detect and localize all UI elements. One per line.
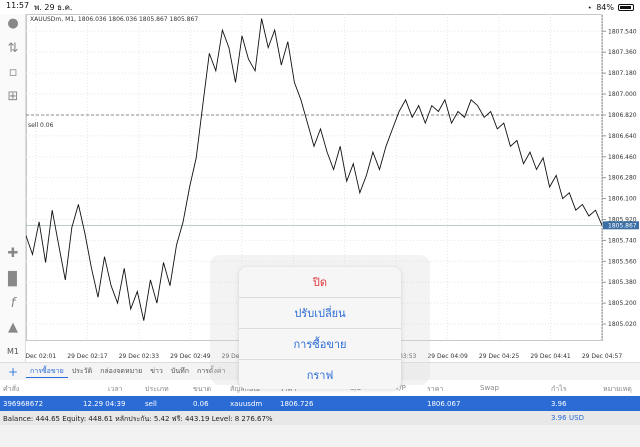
tab-history[interactable]: ประวัติ [68, 366, 96, 377]
y-tick-label: 1807.540 [608, 28, 637, 35]
y-tick-label: 1806.460 [608, 154, 637, 161]
balance-bar: Balance: 444.65 Equity: 448.61 หลักประกั… [0, 411, 640, 425]
indicator-icon[interactable]: f [5, 296, 21, 312]
chat-icon[interactable]: ▫ [5, 65, 21, 81]
order-action-menu: ปิด ปรับเปลี่ยน การซื้อขาย กราฟ [239, 267, 401, 389]
order-type: sell [145, 400, 157, 408]
y-tick-label: 1805.020 [608, 321, 637, 328]
x-tick-label: 29 Dec 04:57 [582, 353, 623, 360]
profit-currency: USD [569, 414, 584, 422]
candles-icon[interactable]: ▉ [5, 272, 21, 288]
objects-icon[interactable]: ▲ [5, 320, 21, 336]
y-tick-label: 1806.280 [608, 175, 637, 182]
tab-mailbox[interactable]: กล่องจดหมาย [96, 366, 146, 377]
x-tick-label: 29 Dec 02:33 [119, 353, 160, 360]
close-order-button[interactable]: ปิด [239, 267, 401, 298]
status-date: พ. 29 ธ.ค. [34, 2, 73, 12]
battery-icon [618, 3, 634, 11]
col-profit: กำไร [551, 385, 567, 393]
battery-percent: 84% [596, 2, 614, 12]
add-icon[interactable]: + [0, 365, 26, 379]
y-tick-label: 1805.380 [608, 279, 637, 286]
tab-news[interactable]: ข่าว [146, 366, 167, 377]
total-profit: 3.96 [551, 414, 567, 422]
tab-trade[interactable]: การซื้อขาย [26, 366, 68, 378]
status-bar: 11:57 พ. 29 ธ.ค. ⋆ 84% [0, 0, 640, 14]
chart-header: XAUUSDm, M1, 1806.036 1806.036 1805.867 … [30, 16, 199, 23]
status-time: 11:57 [6, 0, 30, 10]
order-symbol: xauusdm [230, 400, 263, 408]
x-tick-label: 29 Dec 02:49 [170, 353, 211, 360]
y-tick-label: 1807.000 [608, 91, 637, 98]
bottom-strip [0, 425, 640, 447]
add-chart-icon[interactable]: ⊞ [5, 89, 21, 105]
col-time: เวลา [108, 385, 123, 393]
x-tick-label: 29 Dec 02:17 [67, 353, 108, 360]
y-tick-label: 1805.560 [608, 258, 637, 265]
y-tick-label: 1807.360 [608, 49, 637, 56]
x-tick-label: 29 Dec 04:09 [427, 353, 468, 360]
sell-line-label: sell 0.06 [28, 122, 54, 129]
col-swap: Swap [480, 384, 499, 392]
col-comment: หมายเหตุ [603, 385, 632, 393]
y-tick-label: 1806.640 [608, 133, 637, 140]
col-type: ประเภท [145, 385, 169, 393]
trade-icon[interactable]: ⇅ [5, 41, 21, 57]
timeframe-button[interactable]: M1 [5, 344, 21, 360]
chart-button[interactable]: กราฟ [239, 360, 401, 389]
y-tick-label: 1805.200 [608, 300, 637, 307]
y-tick-label: 1806.100 [608, 196, 637, 203]
balance-text: Balance: 444.65 Equity: 448.61 หลักประกั… [3, 415, 273, 423]
current-price-label: 1805.867 [608, 222, 637, 229]
x-tick-label: 29 Dec 04:25 [479, 353, 520, 360]
table-row[interactable]: 396968672 12.29 04:39 sell 0.06 xauusdm … [0, 396, 640, 411]
trade-button[interactable]: การซื้อขาย [239, 329, 401, 360]
user-icon[interactable]: ● [5, 16, 21, 32]
order-profit: 3.96 [551, 400, 567, 408]
x-tick-label: 29 Dec 02:01 [26, 353, 56, 360]
order-open-price: 1806.726 [280, 400, 314, 408]
wifi-icon: ⋆ [587, 2, 593, 12]
order-current-price: 1806.067 [427, 400, 461, 408]
order-id: 396968672 [3, 400, 44, 408]
order-size: 0.06 [193, 400, 209, 408]
col-order: คำสั่ง [3, 385, 20, 393]
x-tick-label: 29 Dec 04:41 [530, 353, 571, 360]
col-current-price: ราคา [427, 385, 444, 393]
crosshair-icon[interactable]: ✚ [5, 246, 21, 262]
col-size: ขนาด [193, 385, 212, 393]
y-tick-label: 1805.740 [608, 237, 637, 244]
chart-toolbar: ● ⇅ ▫ ⊞ ✚ ▉ f ▲ M1 [0, 14, 26, 362]
y-tick-label: 1807.180 [608, 70, 637, 77]
modify-order-button[interactable]: ปรับเปลี่ยน [239, 298, 401, 329]
y-tick-label: 1806.820 [608, 112, 637, 119]
order-time: 12.29 04:39 [83, 400, 126, 408]
tab-journal[interactable]: บันทึก [167, 366, 193, 377]
